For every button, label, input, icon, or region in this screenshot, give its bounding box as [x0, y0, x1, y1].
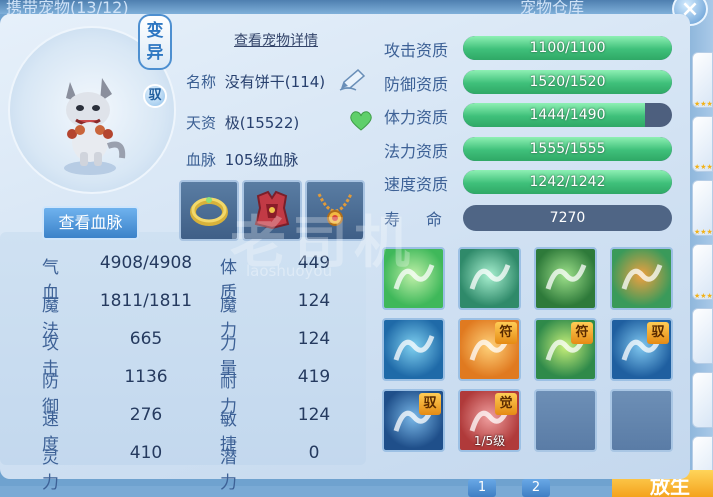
aptitude-label: 速度资质 — [384, 175, 449, 194]
pet-talent-row: 天资 极(15522) — [186, 112, 299, 133]
aptitude-value: 1520/1520 — [529, 73, 606, 90]
awakened-warrior-skill-icon[interactable]: 觉 1/5级 — [458, 389, 521, 452]
wolf-pet-avatar — [64, 78, 126, 175]
variant-badge: 变异 — [138, 14, 172, 70]
stat-value: 124 — [297, 291, 331, 311]
rating-stars: ★★★ — [694, 100, 713, 108]
skill-glyph-icon — [469, 264, 511, 290]
skill-tag-badge: 符 — [571, 322, 593, 344]
pet-storage-list: ★★★ ★★★ ★★★ ★★★ — [690, 0, 713, 497]
rating-stars: ★★★ — [694, 228, 713, 236]
aptitude-label: 体力资质 — [384, 108, 449, 127]
aptitude-bar: 1242/1242 — [463, 170, 672, 194]
stat-value: 0 — [308, 443, 320, 463]
water-beast-skill-icon[interactable]: 驭 — [610, 318, 673, 381]
aptitude-label: 防御资质 — [384, 74, 449, 94]
skill-tag-badge: 觉 — [495, 393, 517, 415]
pet-name-row: 名称 没有饼干(114) — [186, 71, 325, 92]
leaping-beast-skill-icon[interactable] — [534, 247, 597, 310]
aptitude-label: 法力资质 — [384, 141, 449, 161]
stat-value: 276 — [129, 405, 163, 425]
pet-blood-row: 血脉 105级血脉 — [186, 149, 298, 170]
view-pet-details-link[interactable]: 查看宠物详情 — [234, 30, 318, 50]
watermark-url: laoshuoyou — [246, 262, 333, 280]
stat-value: 124 — [297, 405, 331, 425]
empty-skill-slot[interactable] — [610, 389, 673, 452]
lifespan-bar: 7270 — [463, 205, 672, 231]
bottom-bar — [0, 486, 713, 497]
skill-glyph-icon — [393, 335, 435, 361]
ice-golem-skill-icon[interactable]: 驭 — [382, 389, 445, 452]
wind-spirit-skill-icon[interactable] — [458, 247, 521, 310]
variant-badge-text: 变异 — [146, 21, 164, 63]
skill-glyph-icon — [545, 264, 587, 290]
stat-value: 1811/1811 — [99, 291, 193, 311]
page-tab-1[interactable]: 1 — [468, 479, 496, 497]
pet-name-value: 没有饼干(114) — [224, 73, 326, 91]
aptitude-label: 攻击资质 — [384, 41, 449, 60]
shield-rune-skill-icon[interactable]: 符 — [458, 318, 521, 381]
aptitude-value: 1444/1490 — [529, 107, 606, 123]
aptitude-bar: 1100/1100 — [463, 36, 672, 60]
aptitude-value: 1242/1242 — [529, 174, 606, 190]
elemental-orb-skill-icon[interactable] — [610, 247, 673, 310]
aptitude-bar: 1520/1520 — [463, 69, 672, 94]
skill-tag-badge: 符 — [495, 322, 517, 344]
stat-label: 灵力 — [42, 448, 59, 493]
stat-value: 4908/4908 — [99, 253, 193, 273]
pet-talent-value: 极(15522) — [224, 114, 300, 132]
view-bloodline-button[interactable]: 查看血脉 — [42, 206, 139, 240]
skill-tag-badge: 驭 — [419, 393, 441, 415]
stat-value: 124 — [297, 329, 331, 349]
stat-value: 419 — [297, 367, 331, 387]
heart-icon[interactable] — [349, 110, 373, 132]
talent-label: 天资 — [186, 114, 217, 132]
stat-label: 潜力 — [220, 448, 237, 493]
ring-icon — [190, 197, 228, 226]
blood-label: 血脉 — [186, 151, 217, 169]
rating-stars: ★★★ — [694, 292, 713, 300]
name-label: 名称 — [186, 73, 217, 91]
page-tab-2[interactable]: 2 — [522, 479, 550, 497]
empty-skill-slot[interactable] — [534, 389, 597, 452]
stat-value: 410 — [129, 443, 163, 463]
rename-pencil-icon[interactable] — [338, 68, 368, 92]
stat-value: 1136 — [124, 367, 168, 387]
aptitude-bar: 1444/1490 — [463, 103, 672, 127]
aptitude-value: 1100/1100 — [529, 40, 606, 56]
yu-badge: 驭 — [143, 84, 167, 108]
storage-pet-slot[interactable] — [692, 308, 713, 364]
stat-value: 665 — [129, 329, 163, 349]
water-wave-skill-icon[interactable] — [382, 318, 445, 381]
aptitude-bar: 1555/1555 — [463, 136, 672, 161]
skill-level-text: 1/5级 — [473, 434, 506, 448]
storage-pet-slot[interactable] — [692, 372, 713, 428]
skill-tag-badge: 驭 — [647, 322, 669, 344]
skill-glyph-icon — [621, 264, 663, 290]
glowing-figure-skill-icon[interactable]: 符 — [534, 318, 597, 381]
pet-blood-value: 105级血脉 — [224, 151, 299, 169]
rating-stars: ★★★ — [694, 163, 713, 171]
aptitude-value: 1555/1555 — [529, 140, 606, 157]
background-header: 携带宠物(13/12) 宠物仓库 — [0, 0, 713, 17]
